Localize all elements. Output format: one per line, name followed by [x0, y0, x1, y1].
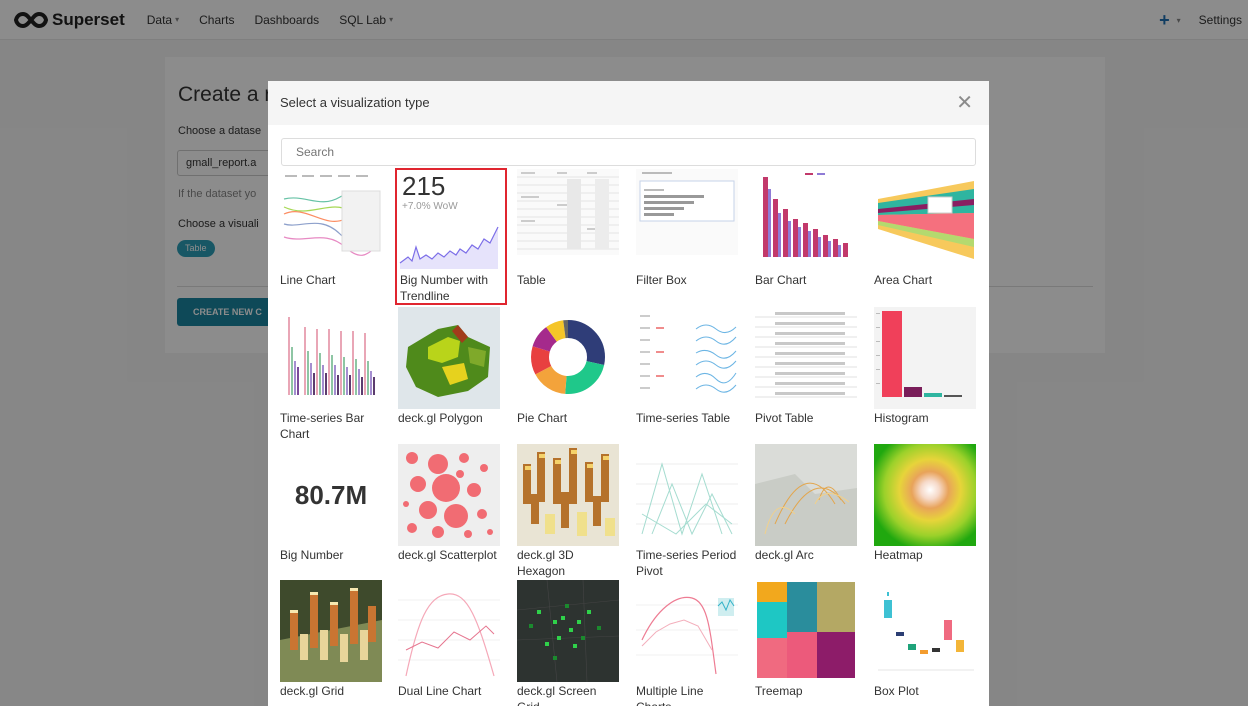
modal-header: Select a visualization type ✕ — [268, 81, 989, 125]
viz-tile-deckgl-3d-hexagon[interactable]: deck.gl 3D Hexagon — [517, 444, 623, 578]
viz-tile-deckgl-screen-grid[interactable]: deck.gl Screen Grid — [517, 580, 623, 706]
deckgl-3d-hexagon-thumbnail — [517, 444, 619, 546]
viz-tile-table[interactable]: Table — [517, 169, 623, 303]
time-series-period-pivot-thumbnail — [636, 444, 738, 546]
time-series-bar-thumbnail — [280, 307, 382, 409]
filter-box-thumbnail — [636, 169, 738, 271]
viz-tile-label: Time-series Bar Chart — [280, 411, 365, 441]
big-number-delta: +7.0% WoW — [402, 201, 458, 212]
pivot-table-thumbnail — [755, 307, 857, 409]
viz-tile-label: Box Plot — [874, 684, 919, 698]
viz-tile-label: Pie Chart — [517, 411, 568, 425]
viz-tile-big-number[interactable]: 80.7M Big Number — [280, 444, 386, 578]
viz-tile-deckgl-polygon[interactable]: deck.gl Polygon — [398, 307, 504, 441]
viz-tile-label: Time-series Period Pivot — [636, 548, 737, 578]
viz-tile-line-chart[interactable]: Line Chart — [280, 169, 386, 303]
viz-tile-label: deck.gl Polygon — [398, 411, 483, 425]
viz-tile-deckgl-scatterplot[interactable]: deck.gl Scatterplot — [398, 444, 504, 578]
viz-tile-label: Heatmap — [874, 548, 923, 562]
pie-chart-thumbnail — [517, 307, 619, 409]
box-plot-thumbnail — [874, 580, 976, 682]
line-chart-thumbnail — [280, 169, 382, 271]
viz-tile-deckgl-grid[interactable]: deck.gl Grid — [280, 580, 386, 706]
time-series-table-thumbnail — [636, 307, 738, 409]
dual-line-chart-thumbnail — [398, 580, 500, 682]
viz-tile-treemap[interactable]: Treemap — [755, 580, 861, 706]
viz-tile-time-series-period-pivot[interactable]: Time-series Period Pivot — [636, 444, 742, 578]
viz-tile-label: Histogram — [874, 411, 929, 425]
big-number-value: 215 — [402, 171, 446, 201]
viz-tile-box-plot[interactable]: Box Plot — [874, 580, 980, 706]
viz-tile-label: deck.gl Arc — [755, 548, 814, 562]
multiple-line-charts-thumbnail — [636, 580, 738, 682]
heatmap-thumbnail — [874, 444, 976, 546]
viz-tile-heatmap[interactable]: Heatmap — [874, 444, 980, 578]
big-number-trendline-thumbnail: 215 +7.0% WoW — [398, 171, 500, 269]
histogram-thumbnail — [874, 307, 976, 409]
search-input[interactable] — [281, 138, 976, 166]
viz-tile-multiple-line-charts[interactable]: Multiple Line Charts — [636, 580, 742, 706]
viz-tile-deckgl-arc[interactable]: deck.gl Arc — [755, 444, 861, 578]
viz-tile-label: Filter Box — [636, 273, 687, 287]
viz-tile-label: Multiple Line Charts — [636, 684, 704, 706]
deckgl-arc-thumbnail — [755, 444, 857, 546]
treemap-thumbnail — [755, 580, 857, 682]
viz-tile-label: deck.gl Grid — [280, 684, 345, 698]
viz-tile-label: Time-series Table — [636, 411, 731, 425]
viz-tile-big-number-trendline[interactable]: 215 +7.0% WoW Big Number with Trendline — [395, 168, 507, 305]
modal-title: Select a visualization type — [280, 95, 430, 110]
area-chart-thumbnail — [874, 169, 976, 271]
viz-tile-label: Big Number — [280, 548, 344, 562]
viz-tile-time-series-bar[interactable]: Time-series Bar Chart — [280, 307, 386, 441]
deckgl-grid-thumbnail — [280, 580, 382, 682]
viz-tile-label: Pivot Table — [755, 411, 814, 425]
viz-tile-dual-line-chart[interactable]: Dual Line Chart — [398, 580, 504, 706]
viz-tile-filter-box[interactable]: Filter Box — [636, 169, 742, 303]
big-number-plain-value: 80.7M — [294, 479, 368, 510]
viz-tile-label: deck.gl Scatterplot — [398, 548, 497, 562]
viz-tile-label: Area Chart — [874, 273, 933, 287]
viz-tile-label: deck.gl Screen Grid — [517, 684, 597, 706]
viz-tile-label: Dual Line Chart — [398, 684, 482, 698]
close-icon[interactable]: ✕ — [956, 93, 973, 113]
viz-tile-area-chart[interactable]: Area Chart — [874, 169, 980, 303]
bar-chart-thumbnail — [755, 169, 857, 271]
viz-tile-pivot-table[interactable]: Pivot Table — [755, 307, 861, 441]
viz-tile-label: Table — [517, 273, 546, 287]
viz-type-modal: Select a visualization type ✕ Search Lin… — [268, 81, 989, 706]
viz-tile-pie-chart[interactable]: Pie Chart — [517, 307, 623, 441]
table-thumbnail — [517, 169, 619, 271]
viz-tile-histogram[interactable]: Histogram — [874, 307, 980, 441]
deckgl-screen-grid-thumbnail — [517, 580, 619, 682]
big-number-thumbnail: 80.7M — [280, 444, 382, 546]
deckgl-polygon-thumbnail — [398, 307, 500, 409]
viz-tile-label: Bar Chart — [755, 273, 807, 287]
viz-tile-time-series-table[interactable]: Time-series Table — [636, 307, 742, 441]
deckgl-scatterplot-thumbnail — [398, 444, 500, 546]
viz-tile-label: Treemap — [755, 684, 803, 698]
viz-tile-label: Line Chart — [280, 273, 336, 287]
viz-tile-bar-chart[interactable]: Bar Chart — [755, 169, 861, 303]
viz-tile-label: deck.gl 3D Hexagon — [517, 548, 574, 578]
viz-tile-label: Big Number with Trendline — [400, 273, 489, 303]
